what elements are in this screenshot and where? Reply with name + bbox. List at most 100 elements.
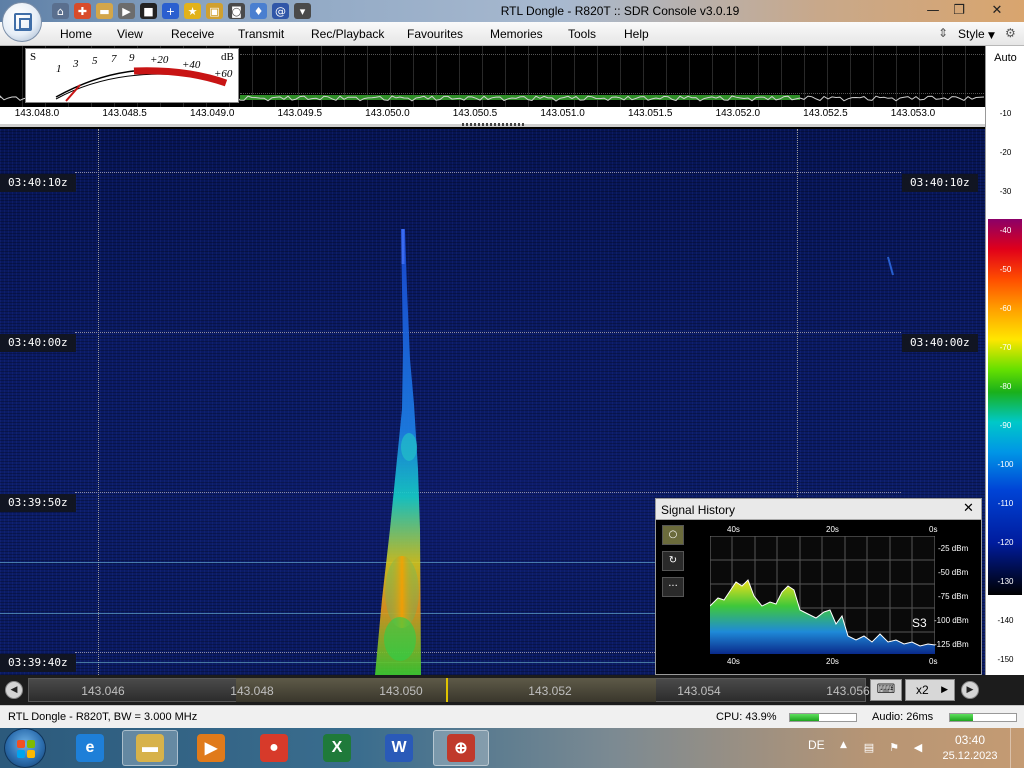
swirl-icon[interactable]: @ (272, 3, 289, 19)
show-hidden-icons-button[interactable]: ▲ (840, 740, 847, 750)
file-explorer-task-button[interactable]: ▬ (122, 730, 178, 766)
lifebuoy-icon[interactable]: ✚ (74, 3, 91, 19)
menu-receive[interactable]: Receive (171, 27, 214, 41)
folder-icon[interactable]: ▬ (96, 3, 113, 19)
menu-view[interactable]: View (117, 27, 143, 41)
keyboard-icon[interactable]: ⌨ (870, 679, 902, 701)
menu-favourites[interactable]: Favourites (407, 27, 463, 41)
db-scale[interactable]: Auto -10 -20 -30 -40 -50 -60 -70 -80 -90 -100 -110… (985, 46, 1024, 675)
audio-meter (949, 713, 1017, 722)
s-meter-tick: 3 (73, 58, 79, 70)
status-cpu: CPU: 43.9% (716, 711, 777, 723)
windows-logo-icon (17, 740, 35, 758)
menu-transmit[interactable]: Transmit (238, 27, 284, 41)
excel-icon: X (323, 734, 351, 762)
app-menu-button[interactable] (2, 2, 42, 42)
scroll-frequency-label: 143.054 (677, 684, 721, 698)
play-icon[interactable]: ▶ (118, 3, 135, 19)
frequency-tick-label: 143.050.5 (452, 108, 498, 119)
menu-home[interactable]: Home (60, 27, 92, 41)
scroll-left-button[interactable]: ◀ (5, 681, 23, 699)
menu-help[interactable]: Help (624, 27, 649, 41)
db-tick-label: -70 (999, 343, 1012, 352)
flag-icon[interactable]: ⚑ (887, 741, 901, 755)
frequency-tick-label: 143.049.5 (277, 108, 323, 119)
word-task-button[interactable]: W (371, 730, 427, 766)
chrome-icon: ● (260, 734, 288, 762)
volume-icon[interactable]: ◀ (911, 741, 925, 755)
network-icon[interactable]: ▤ (862, 741, 876, 755)
db-auto-button[interactable]: Auto (986, 52, 1024, 64)
clock-date[interactable]: 25.12.2023 (940, 750, 1000, 762)
dropdown-icon[interactable]: ▾ (294, 3, 311, 19)
s-meter-tick: 9 (129, 52, 135, 64)
menu-tools[interactable]: Tools (568, 27, 596, 41)
spectrum-grid (240, 54, 984, 94)
media-player-task-button[interactable]: ▶ (183, 730, 239, 766)
s-reading-badge: S3 (912, 616, 927, 630)
peak-toggle-button[interactable]: ○ (662, 525, 684, 545)
timestamp-left: 03:39:50z (0, 494, 76, 512)
zoom-dropdown[interactable]: x2 ▶ (905, 679, 955, 701)
scroll-frequency-label: 143.052 (528, 684, 572, 698)
history-dbm-label: -25 dBm (938, 544, 969, 553)
menu-memories[interactable]: Memories (490, 27, 543, 41)
status-device: RTL Dongle - R820T, BW = 3.000 MHz (8, 711, 198, 723)
style-menu[interactable]: Style ▼ (958, 27, 995, 41)
more-options-button[interactable]: ··· (662, 577, 684, 597)
sdr-console-task-button[interactable]: ⊕ (433, 730, 489, 766)
style-label: Style (958, 27, 985, 41)
frequency-tick-label: 143.052.5 (803, 108, 848, 119)
home-icon[interactable]: ⌂ (52, 3, 69, 19)
word-icon: W (385, 734, 413, 762)
quick-access-toolbar: ⌂ ✚ ▬ ▶ ■ + ★ ▣ ◙ ♦ @ ▾ (52, 3, 311, 19)
language-indicator[interactable]: DE (808, 738, 825, 752)
start-button[interactable] (4, 728, 46, 768)
reset-button[interactable]: ↻ (662, 551, 684, 571)
timestamp-right: 03:40:10z (902, 174, 978, 192)
history-time-label: 20s (826, 657, 839, 666)
history-time-label: 20s (826, 525, 839, 534)
frequency-tick-label: 143.048.0 (14, 108, 60, 119)
status-audio: Audio: 26ms (872, 711, 934, 723)
internet-explorer-task-button[interactable]: e (62, 730, 118, 766)
drop-icon[interactable]: ♦ (250, 3, 267, 19)
s-meter-tick: 5 (92, 55, 98, 67)
s-meter-tick: +20 (150, 54, 169, 66)
scroll-right-button[interactable]: ▶ (961, 681, 979, 699)
chevron-right-icon: ▶ (941, 685, 948, 695)
db-tick-label: -80 (999, 382, 1012, 391)
frequency-tick-label: 143.050.0 (365, 108, 410, 119)
timestamp-left: 03:40:10z (0, 174, 76, 192)
stop-icon[interactable]: ■ (140, 3, 157, 19)
collapse-ribbon-icon[interactable]: ⇕ (938, 26, 948, 40)
signal-history-titlebar[interactable]: Signal History ✕ (656, 499, 981, 520)
clock-time[interactable]: 03:40 (944, 733, 996, 747)
frequency-tick-label: 143.051.0 (540, 108, 585, 119)
s-meter: S dB 1 3 5 7 9 +20 +40 +60 (25, 48, 239, 103)
add-icon[interactable]: + (162, 3, 179, 19)
cpu-meter (789, 713, 857, 722)
lock-icon[interactable]: ▣ (206, 3, 223, 19)
close-button[interactable]: ✕ (984, 1, 1010, 20)
frequency-scroll-bar: ◀ 143.046 143.048 143.050 143.052 143.054 143… (0, 675, 1024, 705)
frequency-tick-label: 143.048.5 (102, 108, 147, 119)
chrome-task-button[interactable]: ● (246, 730, 302, 766)
maximize-button[interactable]: ❐ (946, 1, 972, 20)
close-icon[interactable]: ✕ (963, 501, 974, 516)
history-dbm-label: -50 dBm (938, 568, 969, 577)
db-tick-label: -100 (997, 460, 1014, 469)
minimize-button[interactable]: — (920, 1, 946, 20)
show-desktop-button[interactable] (1010, 728, 1024, 768)
star-icon[interactable]: ★ (184, 3, 201, 19)
ruler-resize-grip[interactable] (462, 123, 524, 126)
camera-icon[interactable]: ◙ (228, 3, 245, 19)
frequency-tick-label: 143.049.0 (189, 108, 235, 119)
db-tick-label: -30 (999, 187, 1012, 196)
history-time-label: 0s (929, 657, 938, 666)
gear-icon[interactable]: ⚙ (1005, 26, 1016, 40)
menu-rec-playback[interactable]: Rec/Playback (311, 27, 384, 41)
excel-task-button[interactable]: X (309, 730, 365, 766)
app-logo-icon (14, 13, 32, 31)
timestamp-left: 03:40:00z (0, 334, 76, 352)
